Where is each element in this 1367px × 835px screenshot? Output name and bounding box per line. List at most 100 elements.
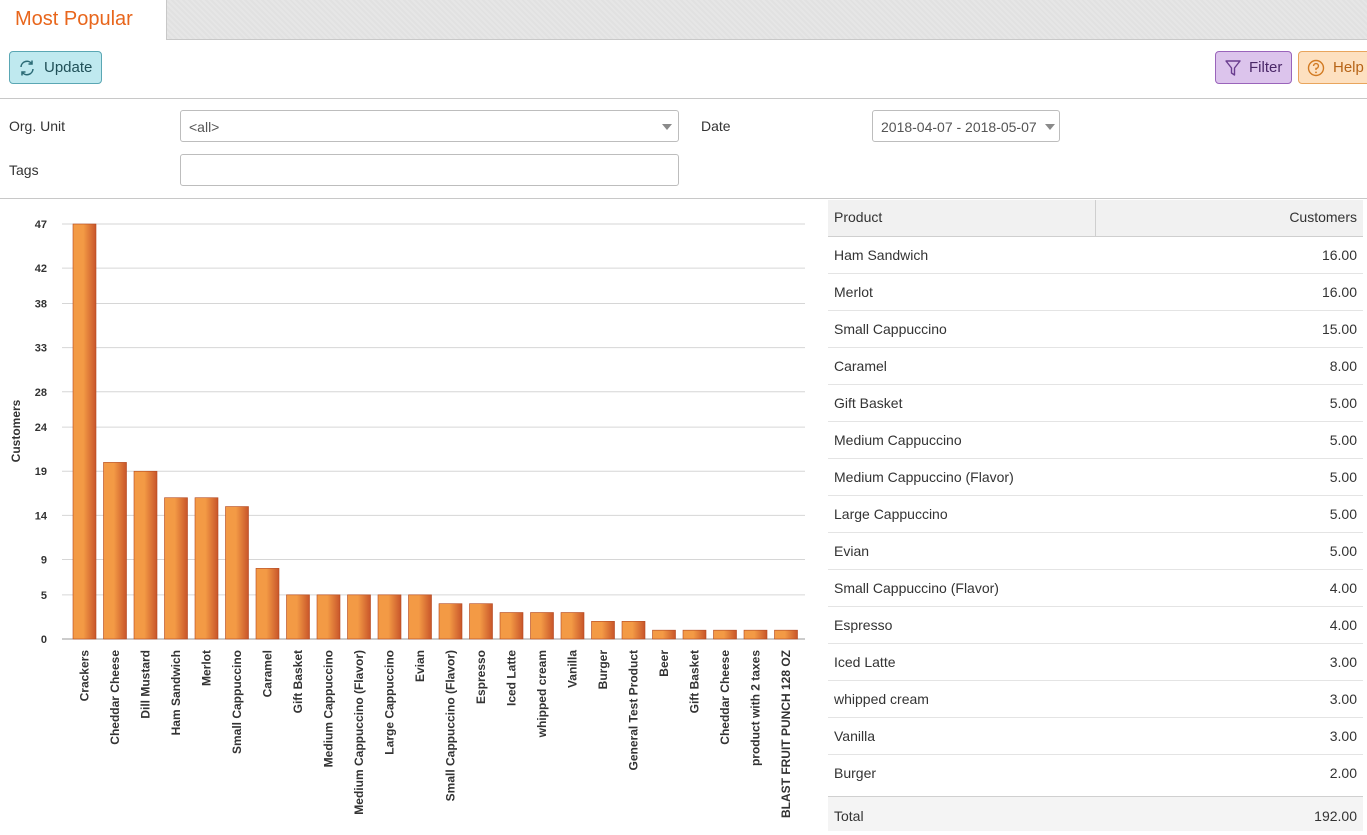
product-cell: Caramel	[834, 358, 887, 374]
customers-cell: 5.00	[1329, 543, 1357, 559]
x-tick-label: Crackers	[78, 650, 92, 702]
table-row[interactable]: Gift Basket 5.00	[828, 385, 1363, 422]
bar[interactable]	[286, 594, 310, 640]
x-tick-label: Beer	[657, 650, 671, 677]
bar[interactable]	[377, 594, 402, 640]
bar[interactable]	[682, 629, 707, 640]
customers-cell: 5.00	[1329, 395, 1357, 411]
x-tick-label: Medium Cappuccino (Flavor)	[352, 650, 366, 815]
bar[interactable]	[743, 629, 768, 640]
x-tick-label: Cheddar Cheese	[718, 650, 732, 745]
table-row[interactable]: Burger 2.00	[828, 755, 1363, 787]
org-unit-value: <all>	[189, 119, 220, 135]
bar[interactable]	[72, 223, 97, 640]
bar[interactable]	[591, 621, 615, 640]
y-tick-label: 9	[41, 555, 47, 567]
tab-most-popular[interactable]: Most Popular	[0, 0, 167, 40]
column-header-customers[interactable]: Customers	[1289, 209, 1357, 225]
bar[interactable]	[438, 603, 463, 640]
filter-button[interactable]: Filter	[1215, 51, 1292, 84]
data-grid: Product Customers Ham Sandwich 16.00 Merlo…	[828, 200, 1367, 831]
x-tick-label: General Test Product	[627, 650, 641, 770]
org-unit-select[interactable]: <all>	[180, 110, 679, 142]
x-tick-label: Evian	[413, 650, 427, 682]
table-row[interactable]: whipped cream 3.00	[828, 681, 1363, 718]
bar[interactable]	[133, 470, 158, 640]
date-value: 2018-04-07 - 2018-05-07	[881, 119, 1037, 135]
bar[interactable]	[621, 621, 646, 640]
y-tick-label: 24	[35, 422, 48, 434]
customers-cell: 5.00	[1329, 506, 1357, 522]
table-row[interactable]: Espresso 4.00	[828, 607, 1363, 644]
product-cell: Evian	[834, 543, 870, 559]
tags-input[interactable]	[180, 154, 679, 186]
update-button[interactable]: Update	[9, 51, 102, 84]
table-row[interactable]: Iced Latte 3.00	[828, 644, 1363, 681]
bar[interactable]	[652, 629, 676, 640]
bar[interactable]	[408, 594, 432, 640]
x-tick-label: Merlot	[200, 650, 214, 686]
table-row[interactable]: Caramel 8.00	[828, 348, 1363, 385]
date-range-picker[interactable]: 2018-04-07 - 2018-05-07	[872, 110, 1060, 142]
bar[interactable]	[316, 594, 341, 640]
bar[interactable]	[469, 603, 493, 640]
bar[interactable]	[530, 612, 554, 640]
table-row[interactable]: Medium Cappuccino (Flavor) 5.00	[828, 459, 1363, 496]
bar[interactable]	[103, 462, 127, 640]
customers-cell: 4.00	[1329, 580, 1357, 596]
table-row[interactable]: Evian 5.00	[828, 533, 1363, 570]
bar[interactable]	[560, 612, 585, 640]
grid-body[interactable]: Ham Sandwich 16.00 Merlot 16.00 Small Cappuc…	[828, 237, 1363, 787]
customers-cell: 3.00	[1329, 728, 1357, 744]
filter-icon	[1225, 59, 1241, 76]
table-row[interactable]: Small Cappuccino 15.00	[828, 311, 1363, 348]
tags-label: Tags	[9, 162, 39, 178]
customers-cell: 5.00	[1329, 469, 1357, 485]
bar[interactable]	[774, 629, 798, 640]
y-tick-label: 28	[35, 387, 47, 399]
help-button[interactable]: Help	[1298, 51, 1367, 84]
x-tick-label: product with 2 taxes	[749, 650, 763, 766]
bar[interactable]	[255, 568, 280, 640]
x-tick-label: Burger	[596, 650, 610, 690]
chevron-down-icon	[662, 124, 672, 130]
column-header-product[interactable]: Product	[834, 209, 882, 225]
help-label: Help	[1333, 59, 1364, 76]
product-cell: whipped cream	[834, 691, 929, 707]
table-row[interactable]: Small Cappuccino (Flavor) 4.00	[828, 570, 1363, 607]
product-cell: Small Cappuccino (Flavor)	[834, 580, 999, 596]
product-cell: Large Cappuccino	[834, 506, 948, 522]
table-row[interactable]: Vanilla 3.00	[828, 718, 1363, 755]
product-cell: Iced Latte	[834, 654, 896, 670]
bar[interactable]	[499, 612, 524, 640]
bar[interactable]	[225, 506, 249, 640]
product-cell: Espresso	[834, 617, 893, 633]
x-tick-label: Medium Cappuccino	[322, 650, 336, 767]
table-row[interactable]: Large Cappuccino 5.00	[828, 496, 1363, 533]
column-divider	[1095, 200, 1096, 237]
customers-cell: 2.00	[1329, 765, 1357, 781]
customers-cell: 8.00	[1329, 358, 1357, 374]
table-row[interactable]: Medium Cappuccino 5.00	[828, 422, 1363, 459]
y-tick-label: 14	[35, 510, 48, 522]
bar-chart: Crackers Cheddar Cheese Dill Mustard Ham Sa…	[0, 200, 815, 830]
product-cell: Medium Cappuccino	[834, 432, 962, 448]
product-cell: Medium Cappuccino (Flavor)	[834, 469, 1014, 485]
table-row[interactable]: Merlot 16.00	[828, 274, 1363, 311]
x-tick-label: Dill Mustard	[139, 650, 153, 719]
x-tick-label: Small Cappuccino (Flavor)	[444, 650, 458, 801]
help-icon	[1307, 59, 1325, 76]
y-tick-label: 19	[35, 466, 47, 478]
product-cell: Merlot	[834, 284, 873, 300]
y-tick-label: 38	[35, 298, 47, 310]
y-tick-label: 42	[35, 263, 47, 275]
grid-header: Product Customers	[828, 200, 1363, 237]
x-tick-label: Small Cappuccino	[230, 650, 244, 754]
table-row[interactable]: Ham Sandwich 16.00	[828, 237, 1363, 274]
bar[interactable]	[194, 497, 219, 640]
bar[interactable]	[713, 629, 737, 640]
bar[interactable]	[347, 594, 371, 640]
bar[interactable]	[164, 497, 188, 640]
customers-cell: 15.00	[1321, 321, 1357, 337]
grid-total-row: Total 192.00	[828, 796, 1363, 831]
